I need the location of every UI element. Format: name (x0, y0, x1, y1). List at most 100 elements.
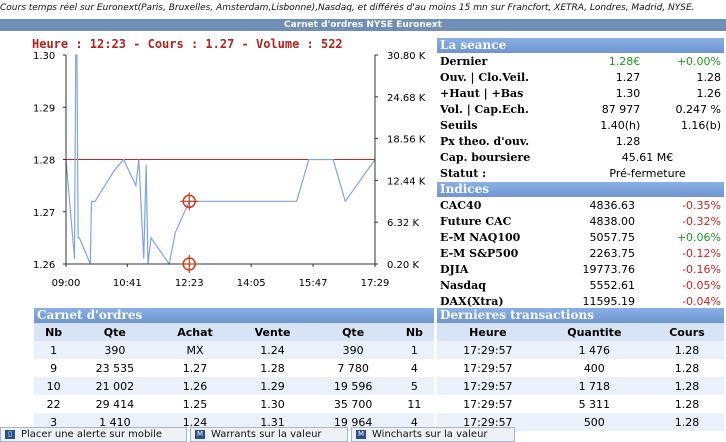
index-value: 2263.75 (589, 246, 636, 260)
index-row[interactable]: CAC40 4836.63 -0.35% (437, 197, 724, 213)
index-row[interactable]: DAX(Xtra) 11595.19 -0.04% (437, 293, 724, 309)
index-value: 11595.19 (582, 294, 636, 308)
seance-value-1: 1.27 (615, 70, 641, 84)
price-chart[interactable]: 1.30 1.29 1.28 1.27 1.26 30.80 K 24.68 K 18.56 … (0, 33, 434, 307)
seance-value-1: 87 977 (601, 102, 641, 116)
seance-value-1: 1.28 (615, 134, 641, 148)
alert-mobile-label: Placer une alerte sur mobile (21, 429, 163, 440)
index-name[interactable]: E-M S&P500 (437, 245, 553, 261)
seance-value-2: 1.16(b) (680, 118, 721, 132)
m-icon: M (195, 429, 205, 439)
seance-value-2: 0.247 % (675, 102, 721, 116)
carnet-cell: 9 (50, 361, 58, 375)
indices-title: Indices (437, 182, 724, 197)
transaction-cell: 400 (583, 361, 605, 375)
transactions-header: Cours (649, 323, 724, 341)
statut-label: Statut : (440, 166, 487, 180)
realtime-notice: Cours temps réel sur Euronext(Paris, Bru… (0, 0, 726, 19)
cap-label: Cap. boursiere (440, 150, 531, 164)
volume-tick-label: 0.20 K (387, 260, 419, 271)
table-row: 22 29 414 1.25 1.30 35 700 11 (34, 395, 434, 413)
time-tick-label: 09:00 (52, 278, 81, 289)
index-name[interactable]: DAX(Xtra) (437, 293, 553, 309)
index-value: 5057.75 (589, 230, 636, 244)
indices-panel: Indices CAC40 4836.63 -0.35% Future CAC 4838… (437, 182, 724, 308)
table-row: 17:29:57 1 476 1.28 (437, 341, 724, 359)
carnet-table: Nb Qte Achat Vente Qte Nb 1 390 MX 1.24 390 1 9 23 5… (34, 323, 434, 431)
seance-row: Ouv. | Clo.Veil. 1.27 1.28 (437, 69, 724, 85)
index-change: -0.12% (682, 246, 721, 260)
transactions-header: Quantite (538, 323, 650, 341)
seance-value-2: 1.28 (696, 70, 722, 84)
index-change: +0.06% (676, 230, 721, 244)
warrants-button[interactable]: M Warrants sur la valeur (190, 427, 348, 442)
carnet-cell: 19 596 (311, 377, 395, 395)
index-row[interactable]: Nasdaq 5552.61 -0.05% (437, 277, 724, 293)
carnet-header: Nb (394, 323, 434, 341)
carnet-cell: 390 (73, 341, 157, 359)
table-row: 9 23 535 1.27 1.28 7 780 4 (34, 359, 434, 377)
warrants-label: Warrants sur la valeur (211, 429, 322, 440)
carnet-panel: Carnet d'ordres Nb Qte Achat Vente Qte Nb 1 39… (34, 308, 434, 431)
volume-tick-label: 30.80 K (387, 51, 426, 62)
carnet-cell: 1.26 (156, 377, 234, 395)
carnet-cell: 1 (394, 341, 434, 359)
alert-mobile-button[interactable]: ▯ Placer une alerte sur mobile (0, 427, 187, 442)
transactions-header: Heure (437, 323, 539, 341)
transactions-table: Heure Quantite Cours 17:29:57 1 476 1.28 17:2… (437, 323, 724, 431)
index-row[interactable]: DJIA 19773.76 -0.16% (437, 261, 724, 277)
orderbook-subtitle: Carnet d'ordres NYSE Euronext (0, 19, 726, 31)
seance-title: La seance (437, 38, 724, 53)
index-change: -0.32% (682, 214, 721, 228)
seance-row: +Haut | +Bas 1.30 1.26 (437, 85, 724, 101)
transaction-cell: 17:29:57 (463, 397, 513, 411)
carnet-cell: 22 (46, 397, 61, 411)
seance-value-2: 1.26 (696, 86, 722, 100)
index-row[interactable]: Future CAC 4838.00 -0.32% (437, 213, 724, 229)
index-name[interactable]: Future CAC (437, 213, 553, 229)
seance-row: Dernier 1.28€ +0.00% (437, 53, 724, 69)
index-name[interactable]: CAC40 (437, 197, 553, 213)
transaction-cell: 1 718 (538, 377, 650, 395)
seance-label: Px theo. d'ouv. (440, 134, 530, 148)
table-row: 17:29:57 1 718 1.28 (437, 377, 724, 395)
cap-value: 45.61 M€ (621, 150, 674, 164)
volume-tick-label: 12.44 K (387, 176, 426, 187)
price-tick-label: 1.28 (33, 156, 55, 167)
chart-title: Heure : 12:23 - Cours : 1.27 - Volume : … (32, 37, 343, 51)
seance-value-2: +0.00% (676, 54, 721, 68)
carnet-cell: MX (156, 341, 234, 359)
carnet-header: Nb (34, 323, 74, 341)
index-name[interactable]: DJIA (437, 261, 553, 277)
index-change: -0.05% (682, 278, 721, 292)
seance-value-1: 1.40(h) (600, 118, 641, 132)
transaction-cell: 1.28 (674, 397, 700, 411)
wincharts-button[interactable]: M Wincharts sur la valeur (351, 427, 515, 442)
table-row: 17:29:57 400 1.28 (437, 359, 724, 377)
carnet-cell: 7 780 (337, 361, 369, 375)
transaction-cell: 17:29:57 (463, 361, 513, 375)
seance-table: Dernier 1.28€ +0.00% Ouv. | Clo.Veil. 1.27 1.… (437, 53, 724, 181)
index-row[interactable]: E-M NAQ100 5057.75 +0.06% (437, 229, 724, 245)
seance-row: Px theo. d'ouv. 1.28 (437, 133, 724, 149)
carnet-cell: 4 (410, 361, 418, 375)
transactions-title: Dernieres transactions (437, 308, 724, 323)
index-change: -0.35% (682, 198, 721, 212)
time-tick-label: 15:47 (299, 278, 328, 289)
table-row: 17:29:57 5 311 1.28 (437, 395, 724, 413)
carnet-cell: 35 700 (333, 397, 373, 411)
carnet-cell: 390 (311, 341, 395, 359)
carnet-cell: 1.28 (260, 361, 285, 375)
carnet-header: Achat (156, 323, 234, 341)
time-tick-label: 14:05 (237, 278, 266, 289)
volume-tick-label: 18.56 K (387, 135, 426, 146)
index-name[interactable]: Nasdaq (437, 277, 553, 293)
cap-row: Cap. boursiere 45.61 M€ (437, 149, 724, 165)
table-row: 1 390 MX 1.24 390 1 (34, 341, 434, 359)
price-tick-label: 1.27 (33, 208, 55, 219)
carnet-cell: 1.29 (233, 377, 312, 395)
index-value: 4836.63 (589, 198, 636, 212)
carnet-cell: 11 (407, 397, 422, 411)
index-row[interactable]: E-M S&P500 2263.75 -0.12% (437, 245, 724, 261)
index-name[interactable]: E-M NAQ100 (437, 229, 553, 245)
